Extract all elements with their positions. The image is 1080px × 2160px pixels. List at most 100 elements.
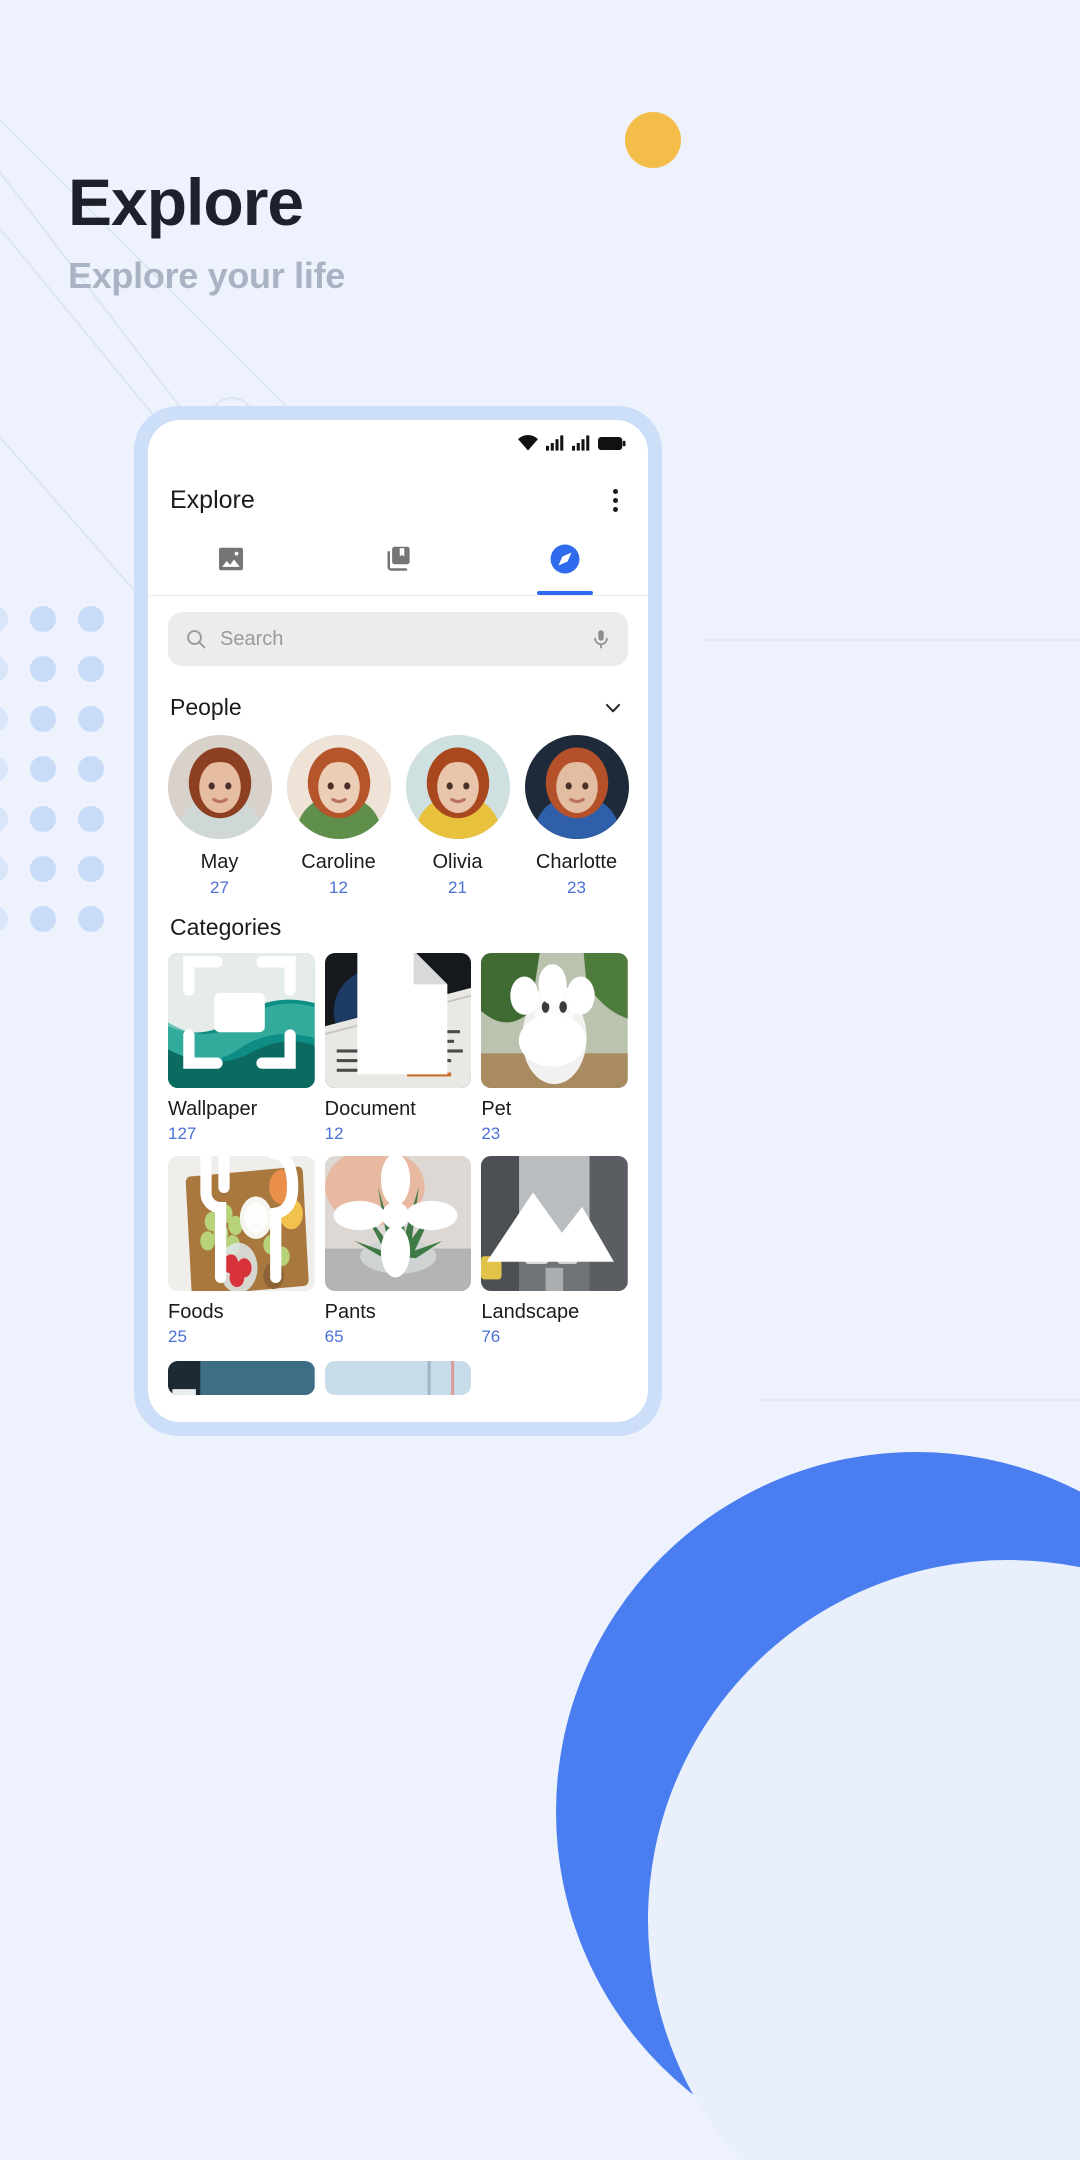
restaurant-icon (200, 1156, 299, 1283)
app-bar: Explore (148, 456, 648, 522)
decorative-dot (30, 906, 56, 932)
signal-icon (546, 435, 564, 451)
category-thumbnail[interactable] (324, 1156, 472, 1291)
mic-icon[interactable] (590, 627, 612, 651)
page-subtitle: Explore your life (68, 255, 345, 297)
decorative-dot (78, 856, 104, 882)
tab-albums[interactable] (315, 522, 482, 595)
person-name: May (200, 851, 239, 873)
tab-explore[interactable] (481, 522, 648, 595)
category-item[interactable]: Foods 25 (168, 1156, 315, 1347)
person-count: 21 (448, 878, 467, 897)
category-badge (481, 1156, 620, 1283)
avatar-image (524, 735, 629, 839)
flower-icon (333, 1156, 458, 1278)
person-count: 12 (329, 878, 348, 897)
person-name: Charlotte (535, 851, 618, 873)
category-badge (485, 953, 620, 1080)
category-item[interactable] (168, 1361, 315, 1395)
category-thumbnail[interactable] (168, 1156, 315, 1291)
person-count: 27 (210, 878, 229, 897)
decorative-dot (78, 906, 104, 932)
battery-icon (598, 436, 626, 450)
phone-mockup-frame: Explore Search People May 27 Caroline 12… (134, 406, 662, 1436)
category-image (168, 1361, 315, 1395)
sun-circle-decoration (625, 112, 681, 168)
search-section: Search (148, 596, 648, 678)
people-list: May 27 Caroline 12 Olivia 21 Charlotte 2… (148, 727, 648, 898)
person-item[interactable]: Charlotte 23 (517, 735, 636, 898)
person-item[interactable]: Caroline 12 (279, 735, 398, 898)
category-item[interactable]: Pet 23 (481, 953, 628, 1144)
person-count: 23 (567, 878, 586, 897)
decorative-dot (30, 756, 56, 782)
category-name: Wallpaper (168, 1098, 258, 1120)
category-count: 23 (481, 1124, 501, 1143)
avatar[interactable] (524, 735, 629, 839)
category-count: 127 (168, 1124, 197, 1143)
tab-bar (148, 522, 648, 596)
decorative-dot (78, 606, 104, 632)
decorative-dot (30, 856, 56, 882)
category-name: Landscape (481, 1301, 580, 1323)
category-image (324, 1361, 472, 1395)
person-item[interactable]: May 27 (160, 735, 279, 898)
category-count: 76 (481, 1327, 501, 1346)
category-name: Pet (481, 1098, 512, 1120)
people-section-header: People (148, 678, 648, 727)
compass-icon (550, 544, 580, 573)
category-item (481, 1361, 628, 1395)
chevron-down-icon[interactable] (600, 695, 626, 721)
search-input[interactable]: Search (220, 628, 578, 651)
category-badge (172, 953, 307, 1080)
photo-icon (219, 547, 244, 570)
category-count: 25 (168, 1327, 187, 1346)
avatar[interactable] (405, 735, 510, 839)
category-item[interactable]: Wallpaper 127 (168, 953, 315, 1144)
status-bar (148, 420, 648, 456)
landscape-icon (487, 1192, 615, 1262)
category-thumbnail[interactable] (481, 1156, 628, 1291)
wallpaper-icon (182, 956, 296, 1069)
tab-photos[interactable] (148, 522, 315, 595)
category-count: 65 (324, 1327, 344, 1346)
decorative-dot (30, 606, 56, 632)
categories-section-header: Categories (148, 898, 648, 947)
category-item[interactable] (324, 1361, 472, 1395)
decorative-dot (78, 756, 104, 782)
category-item[interactable]: Landscape 76 (481, 1156, 628, 1347)
categories-row-partial (168, 1361, 628, 1395)
decorative-dot (30, 706, 56, 732)
category-item[interactable]: Pants 65 (324, 1156, 472, 1347)
app-bar-title: Explore (170, 485, 255, 514)
avatar-image (286, 735, 391, 839)
avatar[interactable] (286, 735, 391, 839)
category-thumbnail[interactable] (481, 953, 628, 1088)
category-thumbnail[interactable] (324, 953, 472, 1088)
person-item[interactable]: Olivia 21 (398, 735, 517, 898)
more-vert-icon[interactable] (605, 483, 626, 518)
category-badge (341, 953, 464, 1080)
category-thumbnail[interactable] (324, 1361, 472, 1395)
tab-active-indicator (536, 591, 593, 595)
phone-screen: Explore Search People May 27 Caroline 12… (148, 420, 648, 1422)
category-thumbnail[interactable] (168, 953, 315, 1088)
decorative-dot (30, 656, 56, 682)
avatar-image (405, 735, 510, 839)
category-item[interactable]: Document 12 (324, 953, 472, 1144)
category-name: Document (324, 1098, 416, 1120)
decorative-dot (78, 656, 104, 682)
category-thumbnail[interactable] (168, 1361, 315, 1395)
hero-section: Explore Explore your life (68, 167, 345, 297)
category-name: Pants (324, 1301, 376, 1323)
person-name: Olivia (432, 851, 483, 873)
person-name: Caroline (301, 851, 376, 873)
decorative-dot (30, 806, 56, 832)
category-count: 12 (324, 1124, 344, 1143)
search-bar[interactable]: Search (168, 612, 628, 666)
document-icon (356, 953, 447, 1075)
avatar[interactable] (167, 735, 272, 839)
people-section-title: People (170, 694, 242, 720)
category-badge (328, 1156, 463, 1283)
avatar-image (167, 735, 272, 839)
